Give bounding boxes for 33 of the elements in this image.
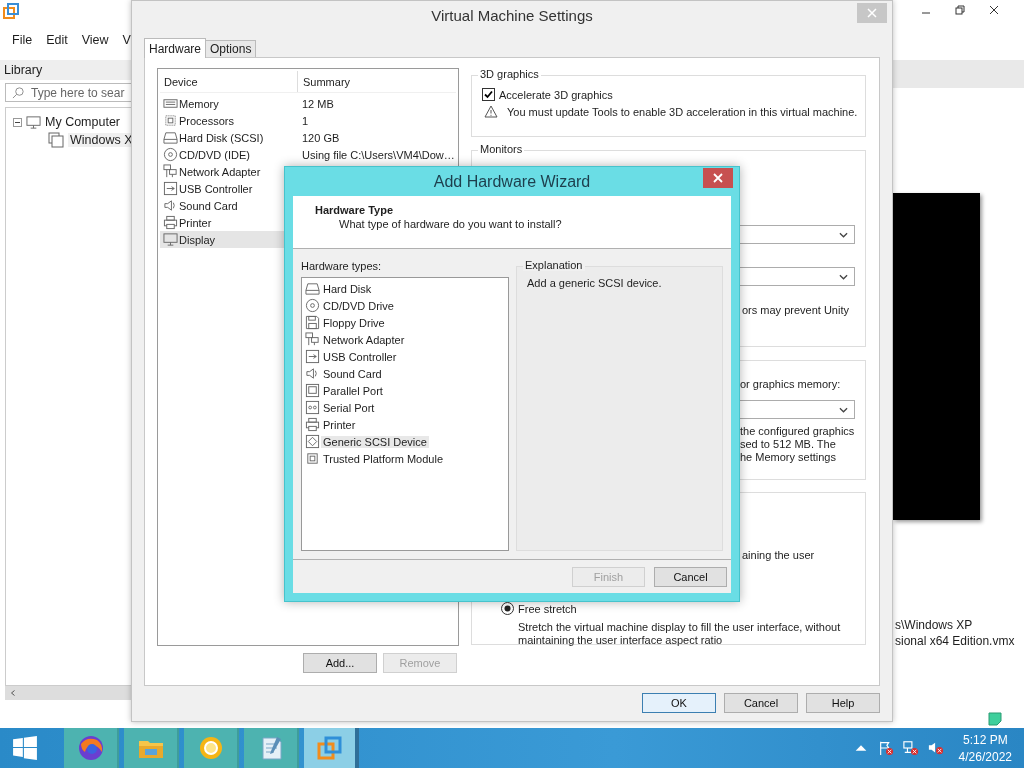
option-description: Stretch the virtual machine display to fill the user interface, without maintaining the user interface aspect ratio xyxy=(518,621,842,647)
memory-note: sed to 512 MB. The xyxy=(740,438,837,451)
group-legend: 3D graphics xyxy=(478,68,541,80)
vm-path-text: s\Windows XP xyxy=(895,618,974,632)
window-title: Add Hardware Wizard xyxy=(433,172,591,191)
memory-label: or graphics memory: xyxy=(740,378,842,390)
wizard-heading: Hardware Type xyxy=(315,204,395,216)
device-name: Hard Disk (SCSI) xyxy=(179,131,264,144)
memory-note: he Memory settings xyxy=(740,451,837,464)
device-summary: 1 xyxy=(301,114,309,127)
device-name: Memory xyxy=(179,97,219,110)
option-description: aining the user xyxy=(742,549,816,561)
list-label: Hardware types: xyxy=(301,260,383,272)
monitor-note: ors may prevent Unity xyxy=(742,304,850,316)
window-title: Virtual Machine Settings xyxy=(431,7,593,24)
device-name: USB Controller xyxy=(179,182,253,195)
device-summary: Using file C:\Users\VM4\Dow… xyxy=(301,148,455,161)
device-name: Sound Card xyxy=(179,199,238,212)
explanation-text: Add a generic SCSI device. xyxy=(526,277,663,289)
device-name: Printer xyxy=(179,216,212,229)
wizard-subheading: What type of hardware do you want to install? xyxy=(339,218,563,230)
vm-path-text: sional x64 Edition.vmx xyxy=(895,634,1015,648)
device-summary: 120 GB xyxy=(301,131,340,144)
memory-note: the configured graphics xyxy=(740,425,856,438)
library-label: Library xyxy=(4,63,43,77)
warning-text: You must update Tools to enable 3D acceleration in this virtual machine. xyxy=(507,105,858,118)
device-name: Network Adapter xyxy=(179,165,261,178)
device-summary: 12 MB xyxy=(301,97,334,110)
group-legend: Explanation xyxy=(523,259,585,271)
device-name: Processors xyxy=(179,114,235,127)
group-legend: Monitors xyxy=(478,143,525,155)
device-name: Display xyxy=(179,233,216,246)
device-name: CD/DVD (IDE) xyxy=(179,148,250,161)
